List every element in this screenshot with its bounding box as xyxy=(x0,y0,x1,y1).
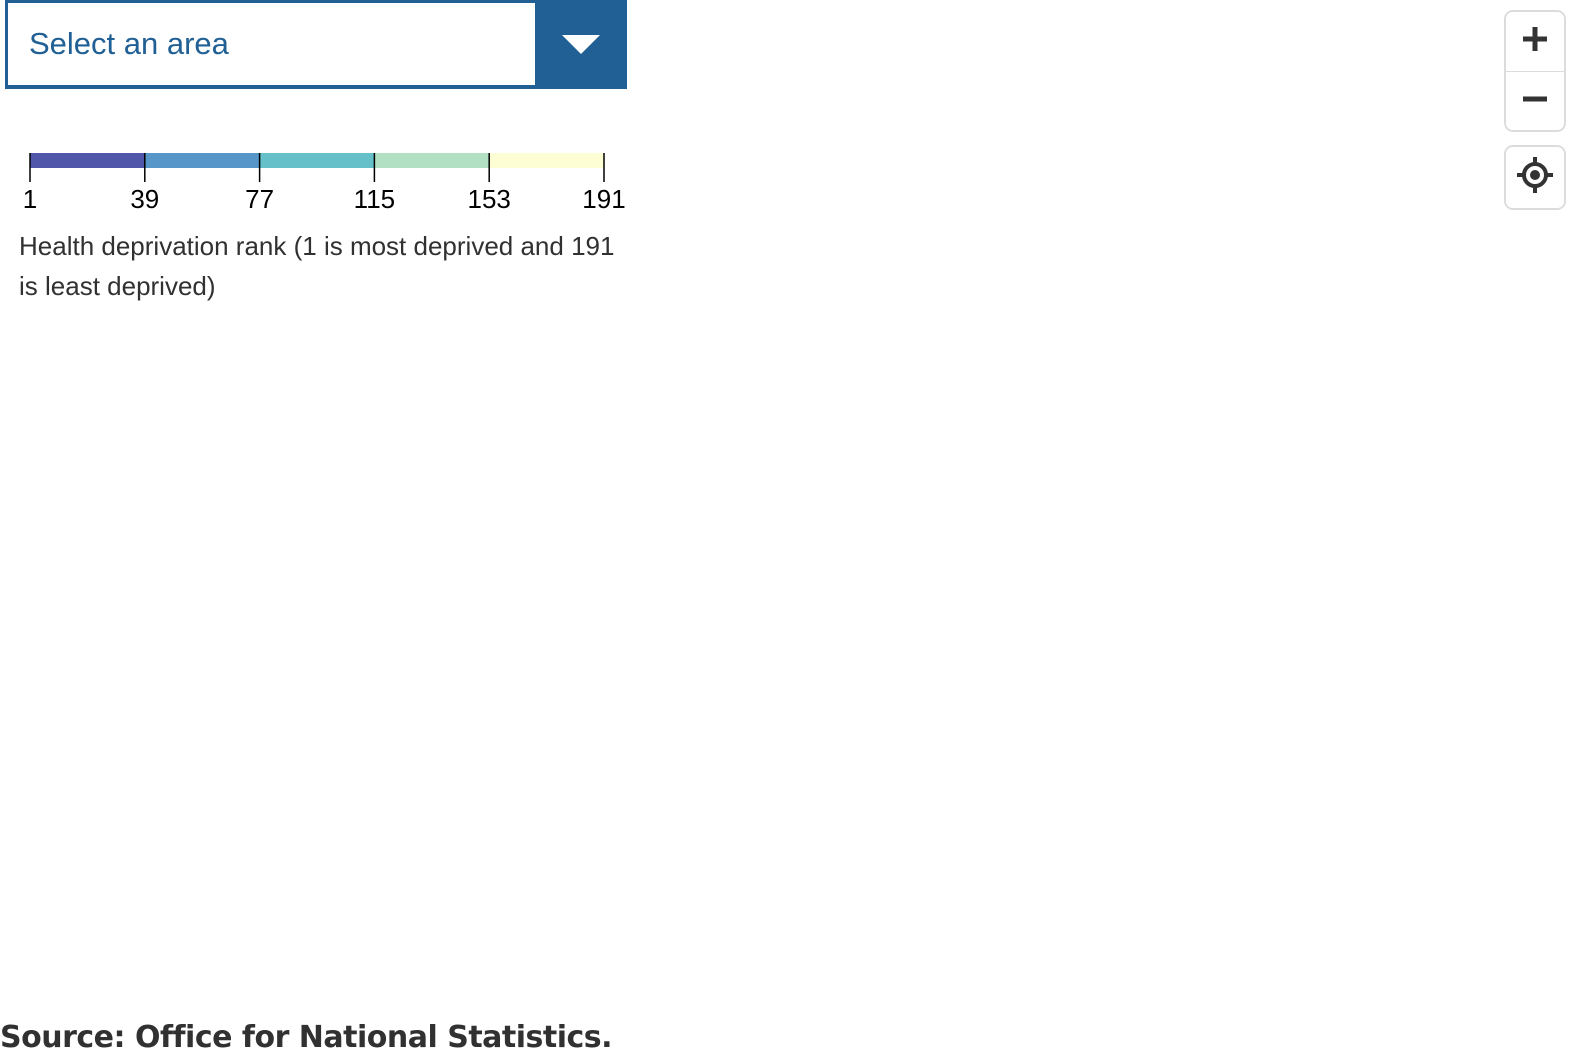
chevron-down-icon xyxy=(561,34,601,56)
area-select[interactable]: Select an area xyxy=(5,0,627,89)
legend-scale: 1 39 77 115 153 191 xyxy=(23,153,626,214)
legend-swatch xyxy=(30,153,145,168)
locate-controls xyxy=(1504,145,1566,210)
legend-caption: Health deprivation rank (1 is most depri… xyxy=(19,231,615,301)
map-page: Select an area 1 39 77 115 153 191 Health dep… xyxy=(0,0,1583,1064)
area-select-input[interactable]: Select an area xyxy=(8,3,535,85)
legend-swatch xyxy=(489,153,604,168)
locate-button[interactable] xyxy=(1506,147,1564,208)
minus-icon xyxy=(1522,86,1548,117)
legend-tick-label: 39 xyxy=(130,184,159,214)
legend-tick-label: 1 xyxy=(23,184,37,214)
source-note: Source: Office for National Statistics. xyxy=(0,1020,613,1055)
zoom-out-button[interactable] xyxy=(1506,71,1564,130)
legend-swatch xyxy=(259,153,375,168)
area-select-toggle-button[interactable] xyxy=(535,0,627,89)
legend-tick-label: 191 xyxy=(582,184,625,214)
legend: 1 39 77 115 153 191 Health deprivation rank (… xyxy=(0,140,640,320)
plus-icon xyxy=(1522,26,1548,57)
legend-tick-label: 153 xyxy=(468,184,511,214)
zoom-controls xyxy=(1504,10,1566,132)
area-select-placeholder: Select an area xyxy=(29,26,229,61)
crosshair-icon xyxy=(1517,157,1553,198)
legend-tick-label: 115 xyxy=(354,184,395,214)
zoom-in-button[interactable] xyxy=(1506,12,1564,71)
legend-tick-label: 77 xyxy=(245,184,274,214)
legend-swatch xyxy=(374,153,490,168)
legend-swatch xyxy=(144,153,260,168)
